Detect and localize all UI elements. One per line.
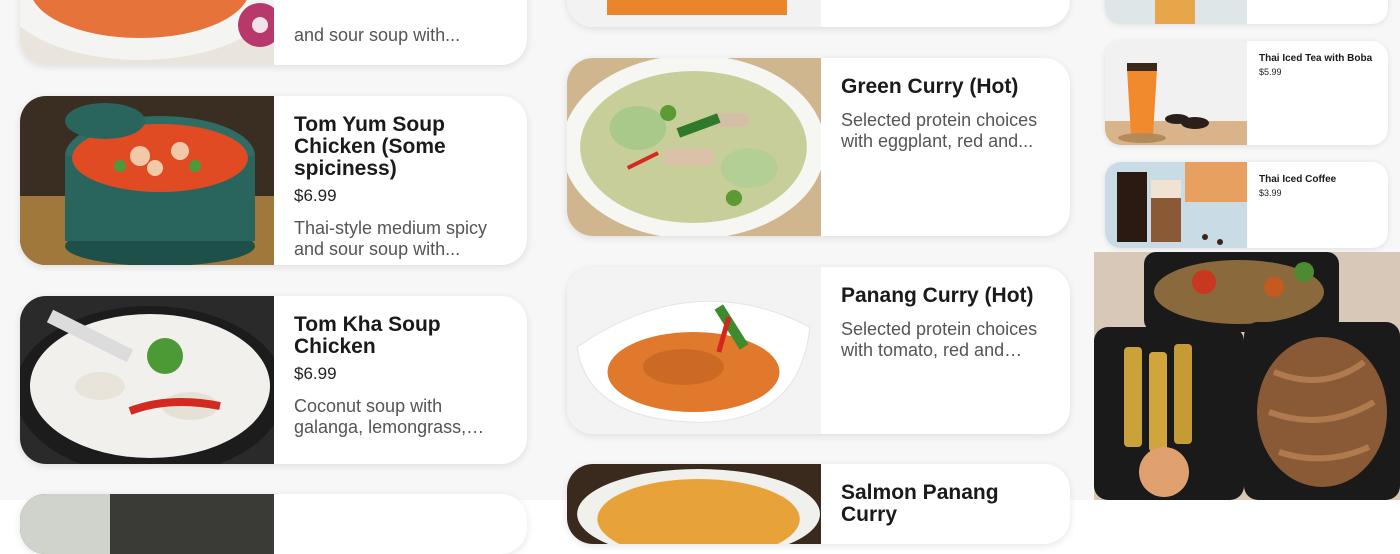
menu-item-description: Coconut soup with galanga, lemongrass, l… (294, 396, 467, 437)
menu-item-description: and sour soup with... (294, 25, 461, 45)
menu-item-title: Thai Iced Tea with Boba (1259, 53, 1373, 64)
drink-image (1105, 0, 1247, 24)
menu-column-left: and sour soup with... Tom Yum Soup Chick… (0, 0, 543, 554)
menu-item-title: Panang Curry (Hot) (841, 284, 1034, 307)
menu-item-price: $3.99 (1259, 188, 1282, 198)
menu-item-card-tom-yum[interactable]: Tom Yum Soup Chicken (Some spiciness) $6… (20, 96, 527, 265)
menu-item-price: $6.99 (294, 186, 337, 205)
menu-item-card-partial-bottom[interactable] (20, 494, 527, 554)
soup-bowl-image (20, 0, 274, 65)
menu-item-card-partial[interactable] (1105, 0, 1388, 24)
menu-item-description: Selected protein choices with eggplant, … (841, 110, 1038, 151)
menu-item-card-thai-iced-tea[interactable]: Thai Iced Tea with Boba $5.99 (1105, 41, 1388, 145)
green-curry-image (567, 58, 821, 236)
menu-item-title: Green Curry (Hot) (841, 75, 1019, 98)
tom-kha-soup-image (20, 296, 274, 464)
menu-item-card-partial[interactable] (567, 0, 1070, 27)
panang-curry-image (567, 267, 821, 434)
menu-item-title: Thai Iced Coffee (1259, 174, 1337, 185)
dish-image (567, 0, 821, 27)
menu-item-title: Tom Kha Soup Chicken (294, 313, 441, 358)
tom-yum-soup-image (20, 96, 274, 265)
menu-column-middle: Green Curry (Hot) Selected protein choic… (543, 0, 1094, 544)
takeout-food-photo (1094, 252, 1400, 500)
menu-item-card-salmon-panang[interactable]: Salmon Panang Curry (567, 464, 1070, 544)
menu-item-price: $6.99 (294, 364, 337, 383)
thai-iced-tea-image (1105, 41, 1247, 145)
menu-item-card-tom-kha[interactable]: Tom Kha Soup Chicken $6.99 Coconut soup … (20, 296, 527, 464)
menu-item-card-thai-iced-coffee[interactable]: Thai Iced Coffee $3.99 (1105, 162, 1388, 248)
thai-iced-coffee-image (1105, 162, 1247, 248)
menu-item-card-partial[interactable]: and sour soup with... (20, 0, 527, 65)
menu-item-title: Salmon Panang Curry (841, 481, 999, 526)
menu-item-description: Thai-style medium spicy and sour soup wi… (294, 218, 488, 259)
salmon-panang-image (567, 464, 821, 544)
menu-item-price: $5.99 (1259, 67, 1282, 77)
menu-item-card-green-curry[interactable]: Green Curry (Hot) Selected protein choic… (567, 58, 1070, 236)
dish-image (20, 494, 274, 554)
menu-item-description: Selected protein choices with tomato, re… (841, 319, 1038, 360)
menu-item-title: Tom Yum Soup Chicken (Some spiciness) (294, 113, 446, 180)
menu-item-card-panang-curry[interactable]: Panang Curry (Hot) Selected protein choi… (567, 267, 1070, 434)
